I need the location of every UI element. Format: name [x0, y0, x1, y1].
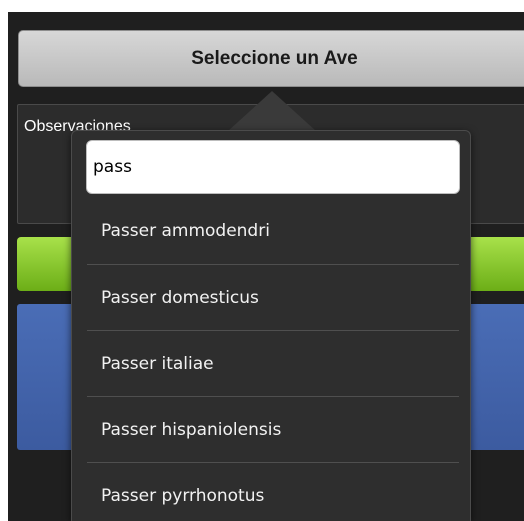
suggestion-item[interactable]: Passer ammodendri	[87, 198, 459, 264]
suggestion-list: Passer ammodendri Passer domesticus Pass…	[87, 198, 459, 521]
green-button[interactable]	[17, 237, 79, 291]
suggestion-item[interactable]: Passer pyrrhonotus	[87, 462, 459, 521]
suggestion-item[interactable]: Passer italiae	[87, 330, 459, 396]
suggestion-item[interactable]: Passer domesticus	[87, 264, 459, 330]
suggestion-item[interactable]: Passer hispaniolensis	[87, 396, 459, 462]
popup-pointer-arrow	[228, 91, 316, 131]
bird-search-popup: Passer ammodendri Passer domesticus Pass…	[71, 130, 471, 521]
blue-button[interactable]	[17, 304, 79, 450]
screen: Seleccione un Ave Observaciones Passer a…	[0, 0, 524, 521]
select-bird-button[interactable]: Seleccione un Ave	[18, 30, 524, 87]
bird-search-input[interactable]	[86, 140, 460, 194]
select-bird-label: Seleccione un Ave	[191, 47, 358, 69]
